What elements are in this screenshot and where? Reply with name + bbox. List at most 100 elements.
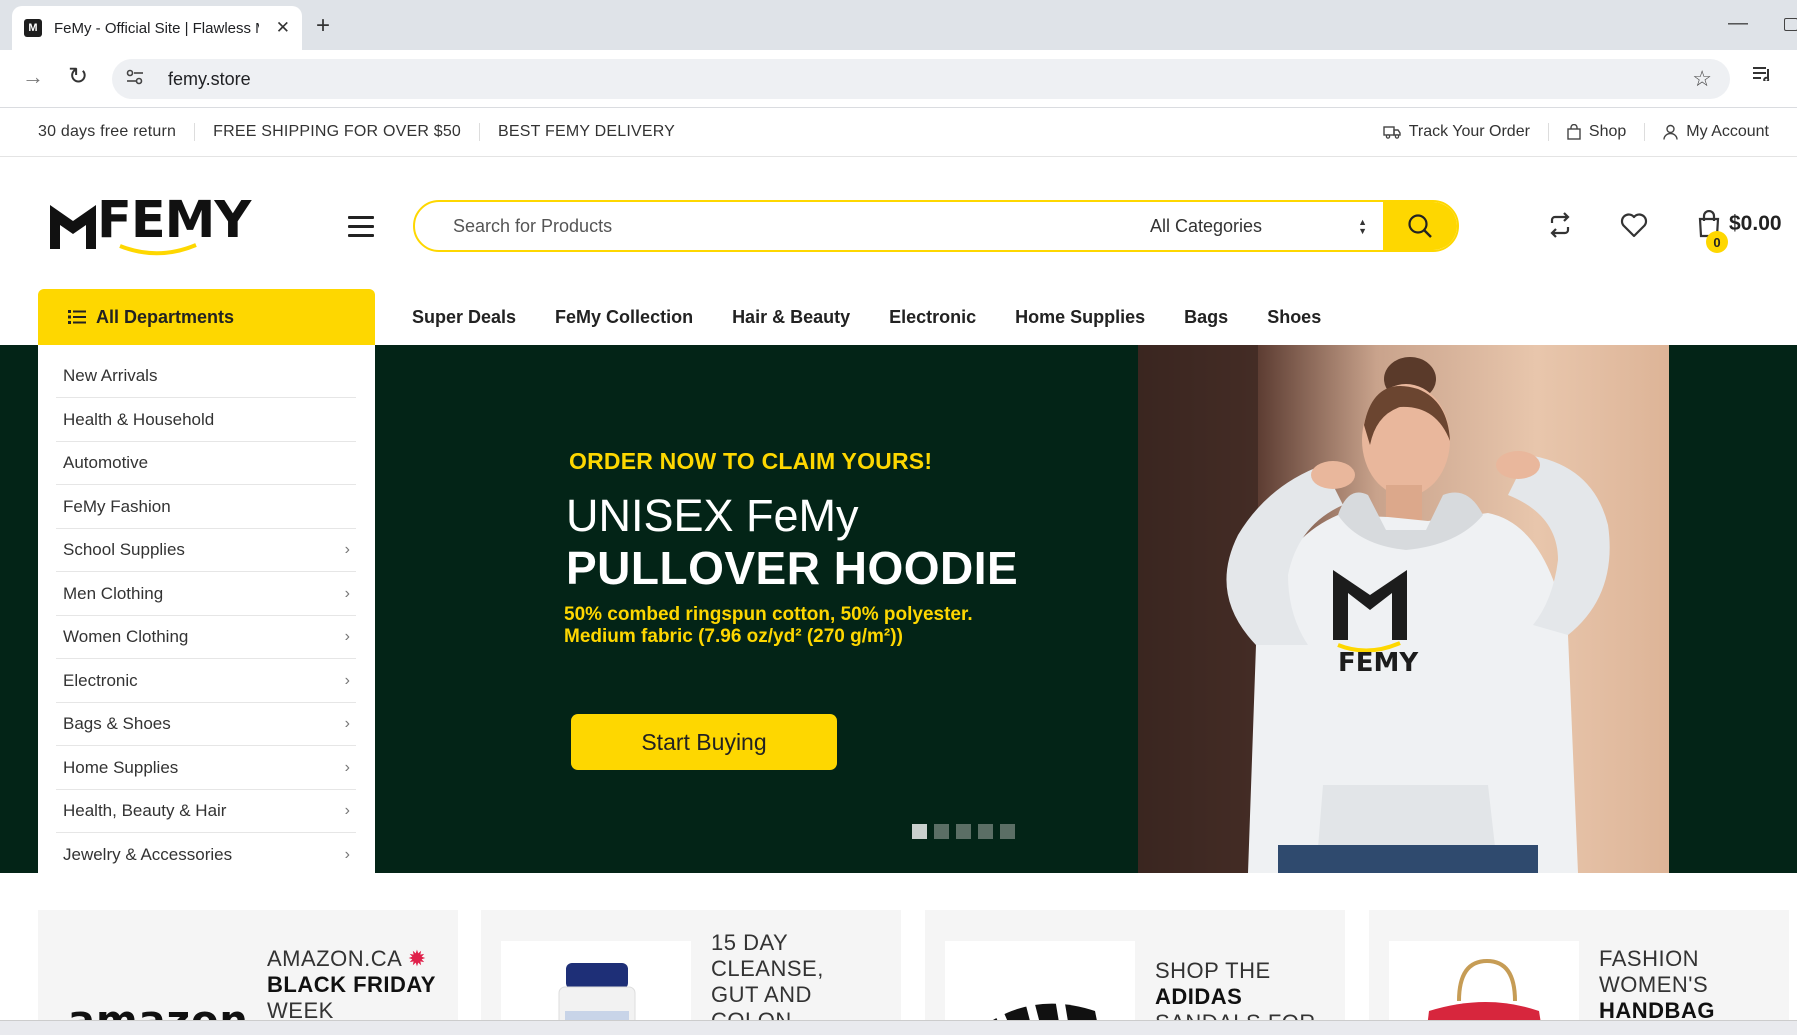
promo-card-adidas[interactable]: SHOP THE ADIDAS SANDALS FOR — [925, 910, 1345, 1035]
favicon-icon: M — [24, 19, 42, 37]
slider-dot[interactable] — [956, 824, 971, 839]
tab-title: FeMy - Official Site | Flawless M — [54, 19, 259, 37]
all-departments-label: All Departments — [96, 306, 235, 327]
department-label: New Arrivals — [63, 366, 158, 385]
hero-description: 50% combed ringspun cotton, 50% polyeste… — [564, 604, 1044, 648]
search-bar: All Categories ▲▼ — [413, 200, 1459, 252]
chevron-right-icon: › — [344, 671, 350, 689]
category-select[interactable]: All Categories ▲ ▼ — [1140, 202, 1383, 250]
free-return-text: 30 days free return — [38, 123, 177, 140]
department-item[interactable]: Men Clothing › — [56, 573, 356, 616]
logo-mark-icon — [50, 205, 96, 249]
nav-bags[interactable]: Bags — [1184, 307, 1228, 328]
tab-close-icon[interactable]: ✕ — [276, 18, 290, 38]
nav-shoes[interactable]: Shoes — [1267, 307, 1321, 328]
promo-line: CLEANSE, — [711, 956, 824, 981]
search-input[interactable] — [415, 202, 1140, 250]
hoodie-model-illustration: FEMY — [1138, 345, 1610, 873]
nav-femy-collection[interactable]: FeMy Collection — [555, 307, 693, 328]
maple-leaf-icon: ✹ — [407, 946, 427, 971]
slider-dot[interactable] — [934, 824, 949, 839]
logo-smile-icon — [119, 243, 197, 256]
hero-kicker: ORDER NOW TO CLAIM YOURS! — [569, 448, 933, 474]
promo-card-amazon[interactable]: amazon AMAZON.CA ✹ BLACK FRIDAY WEEK — [38, 910, 458, 1035]
department-item[interactable]: New Arrivals — [56, 355, 356, 398]
reading-list-icon[interactable] — [1752, 64, 1772, 87]
list-icon — [68, 310, 86, 324]
department-label: Electronic — [63, 670, 138, 690]
nav-super-deals[interactable]: Super Deals — [412, 307, 516, 328]
maximize-icon[interactable] — [1784, 18, 1797, 31]
shop-link[interactable]: Shop — [1547, 123, 1644, 141]
promo-line: AMAZON.CA — [267, 946, 402, 971]
delivery-text: BEST FEMY DELIVERY — [479, 123, 693, 141]
hero-description-line2: Medium fabric (7.96 oz/yd² (270 g/m²)) — [564, 626, 903, 647]
department-item[interactable]: Jewelry & Accessories › — [56, 834, 356, 877]
site-logo[interactable]: FEMY — [48, 193, 251, 257]
url-text[interactable]: femy.store — [168, 69, 251, 90]
wishlist-heart-icon[interactable] — [1620, 212, 1648, 243]
chevron-right-icon: › — [344, 802, 350, 819]
department-item[interactable]: School Supplies › — [56, 529, 356, 572]
search-icon — [1408, 214, 1432, 238]
slider-dot[interactable] — [912, 824, 927, 839]
logo-text: FEMY — [97, 191, 251, 250]
department-item[interactable]: Electronic › — [56, 660, 356, 703]
my-account-link[interactable]: My Account — [1644, 123, 1787, 141]
promo-line: WOMEN'S — [1599, 972, 1709, 997]
chevron-right-icon: › — [344, 715, 350, 732]
compare-icon[interactable] — [1547, 212, 1573, 243]
forward-icon[interactable]: → — [22, 64, 44, 90]
department-item[interactable]: Health & Household — [56, 399, 356, 442]
browser-tab[interactable]: M FeMy - Official Site | Flawless M ✕ — [12, 6, 302, 50]
department-label: Jewelry & Accessories — [63, 845, 233, 864]
chevron-right-icon: › — [344, 628, 350, 645]
new-tab-icon[interactable]: + — [316, 12, 330, 40]
all-departments-button[interactable]: All Departments — [38, 289, 375, 345]
chevron-right-icon: › — [344, 846, 350, 863]
nav-electronic[interactable]: Electronic — [889, 307, 976, 328]
promo-card-handbag[interactable]: FASHION WOMEN'S HANDBAG — [1369, 910, 1789, 1035]
department-label: Men Clothing — [63, 583, 164, 603]
reload-icon[interactable]: ↻ — [68, 62, 88, 91]
free-shipping-text: FREE SHIPPING FOR OVER $50 — [194, 123, 479, 141]
site-info-icon[interactable] — [126, 69, 148, 89]
hero-title-line2: PULLOVER HOODIE — [566, 542, 1019, 594]
hoodie-logo-text: FEMY — [1338, 648, 1419, 678]
department-label: FeMy Fashion — [63, 496, 171, 516]
department-item[interactable]: Automotive — [56, 442, 356, 485]
main-nav: Super Deals FeMy Collection Hair & Beaut… — [412, 289, 1360, 345]
top-info-bar: 30 days free return FREE SHIPPING FOR OV… — [0, 108, 1797, 157]
department-item[interactable]: FeMy Fashion — [56, 486, 356, 529]
search-button[interactable] — [1383, 202, 1457, 250]
promo-card-text: 15 DAY CLEANSE, GUT AND COLON — [711, 930, 824, 1034]
start-buying-button[interactable]: Start Buying — [571, 714, 837, 770]
nav-hair-beauty[interactable]: Hair & Beauty — [732, 307, 850, 328]
track-order-link[interactable]: Track Your Order — [1365, 123, 1548, 141]
nav-home-supplies[interactable]: Home Supplies — [1015, 307, 1145, 328]
slider-dot[interactable] — [978, 824, 993, 839]
department-label: Home Supplies — [63, 757, 179, 777]
chevron-right-icon: › — [344, 541, 350, 558]
slider-dot[interactable] — [1000, 824, 1015, 839]
department-item[interactable]: Women Clothing › — [56, 616, 356, 659]
minimize-icon[interactable]: — — [1728, 12, 1748, 35]
truck-icon — [1382, 126, 1401, 139]
hero-description-line1: 50% combed ringspun cotton, 50% polyeste… — [564, 604, 973, 625]
menu-hamburger-icon[interactable] — [348, 216, 374, 238]
category-select-value: All Categories — [1150, 215, 1263, 236]
department-label: School Supplies — [63, 540, 185, 559]
chevron-right-icon: › — [344, 758, 350, 776]
department-item[interactable]: Home Supplies › — [56, 747, 356, 790]
promo-card-text: AMAZON.CA ✹ BLACK FRIDAY WEEK — [267, 946, 436, 1024]
promo-line: 15 DAY — [711, 930, 789, 955]
promo-card-cleanse[interactable]: 15 DAY CLEANSE, GUT AND COLON — [481, 910, 901, 1035]
shop-label: Shop — [1588, 123, 1627, 140]
promo-line: FASHION — [1599, 946, 1700, 971]
cart-total[interactable]: $0.00 — [1729, 212, 1782, 236]
bookmark-star-icon[interactable]: ☆ — [1692, 66, 1712, 92]
promo-card-text: FASHION WOMEN'S HANDBAG — [1599, 946, 1715, 1024]
department-item[interactable]: Bags & Shoes › — [56, 703, 356, 746]
department-item[interactable]: Health, Beauty & Hair › — [56, 790, 356, 833]
omnibox[interactable]: femy.store ☆ — [112, 59, 1730, 99]
